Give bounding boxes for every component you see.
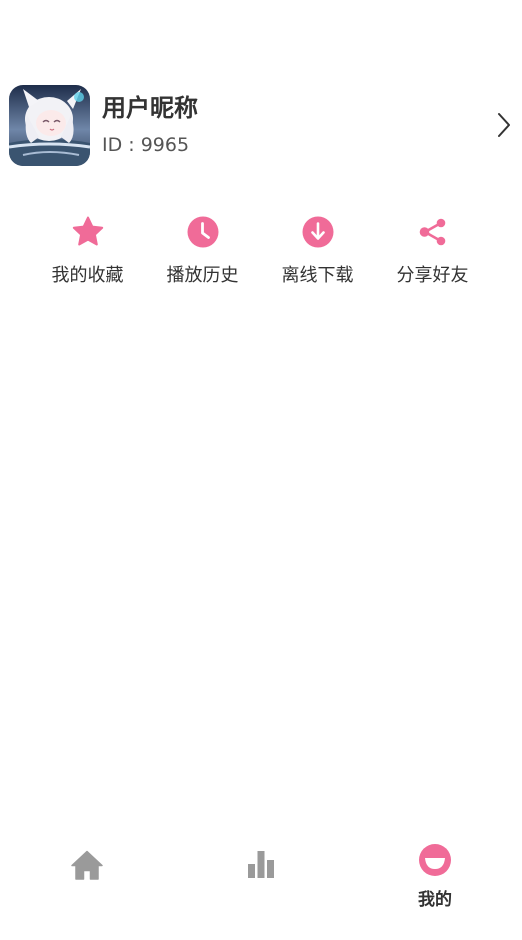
profile-info: 用户昵称 ID : 9965	[102, 93, 489, 157]
action-label: 我的收藏	[51, 265, 124, 286]
nickname: 用户昵称	[102, 94, 198, 122]
profile-page: 用户昵称 ID : 9965 我的收藏 播放历史 离线下载 分享好友 我的	[0, 0, 522, 940]
action-label: 播放历史	[166, 265, 239, 286]
smile-icon	[418, 828, 452, 877]
action-history[interactable]: 播放历史	[145, 214, 260, 294]
profile-card[interactable]: 用户昵称 ID : 9965	[9, 84, 513, 166]
download-icon	[300, 214, 336, 250]
chart-icon	[244, 828, 278, 888]
star-icon	[70, 214, 106, 250]
bottom-tab-bar: 我的	[0, 820, 522, 910]
quick-actions: 我的收藏 播放历史 离线下载 分享好友	[30, 214, 490, 294]
action-label: 分享好友	[396, 265, 469, 286]
home-icon	[70, 828, 104, 888]
tab-mine[interactable]: 我的	[348, 820, 522, 910]
action-share[interactable]: 分享好友	[375, 214, 490, 294]
action-favorites[interactable]: 我的收藏	[30, 214, 145, 294]
action-download[interactable]: 离线下载	[260, 214, 375, 294]
tab-label: 我的	[418, 890, 452, 910]
avatar[interactable]	[9, 84, 90, 166]
clock-icon	[185, 214, 221, 250]
chevron-right-icon[interactable]	[489, 105, 519, 145]
user-id: ID : 9965	[102, 134, 190, 156]
tab-rank[interactable]	[174, 820, 348, 910]
tab-home[interactable]	[0, 820, 174, 910]
action-label: 离线下载	[281, 265, 354, 286]
share-icon	[415, 214, 451, 250]
